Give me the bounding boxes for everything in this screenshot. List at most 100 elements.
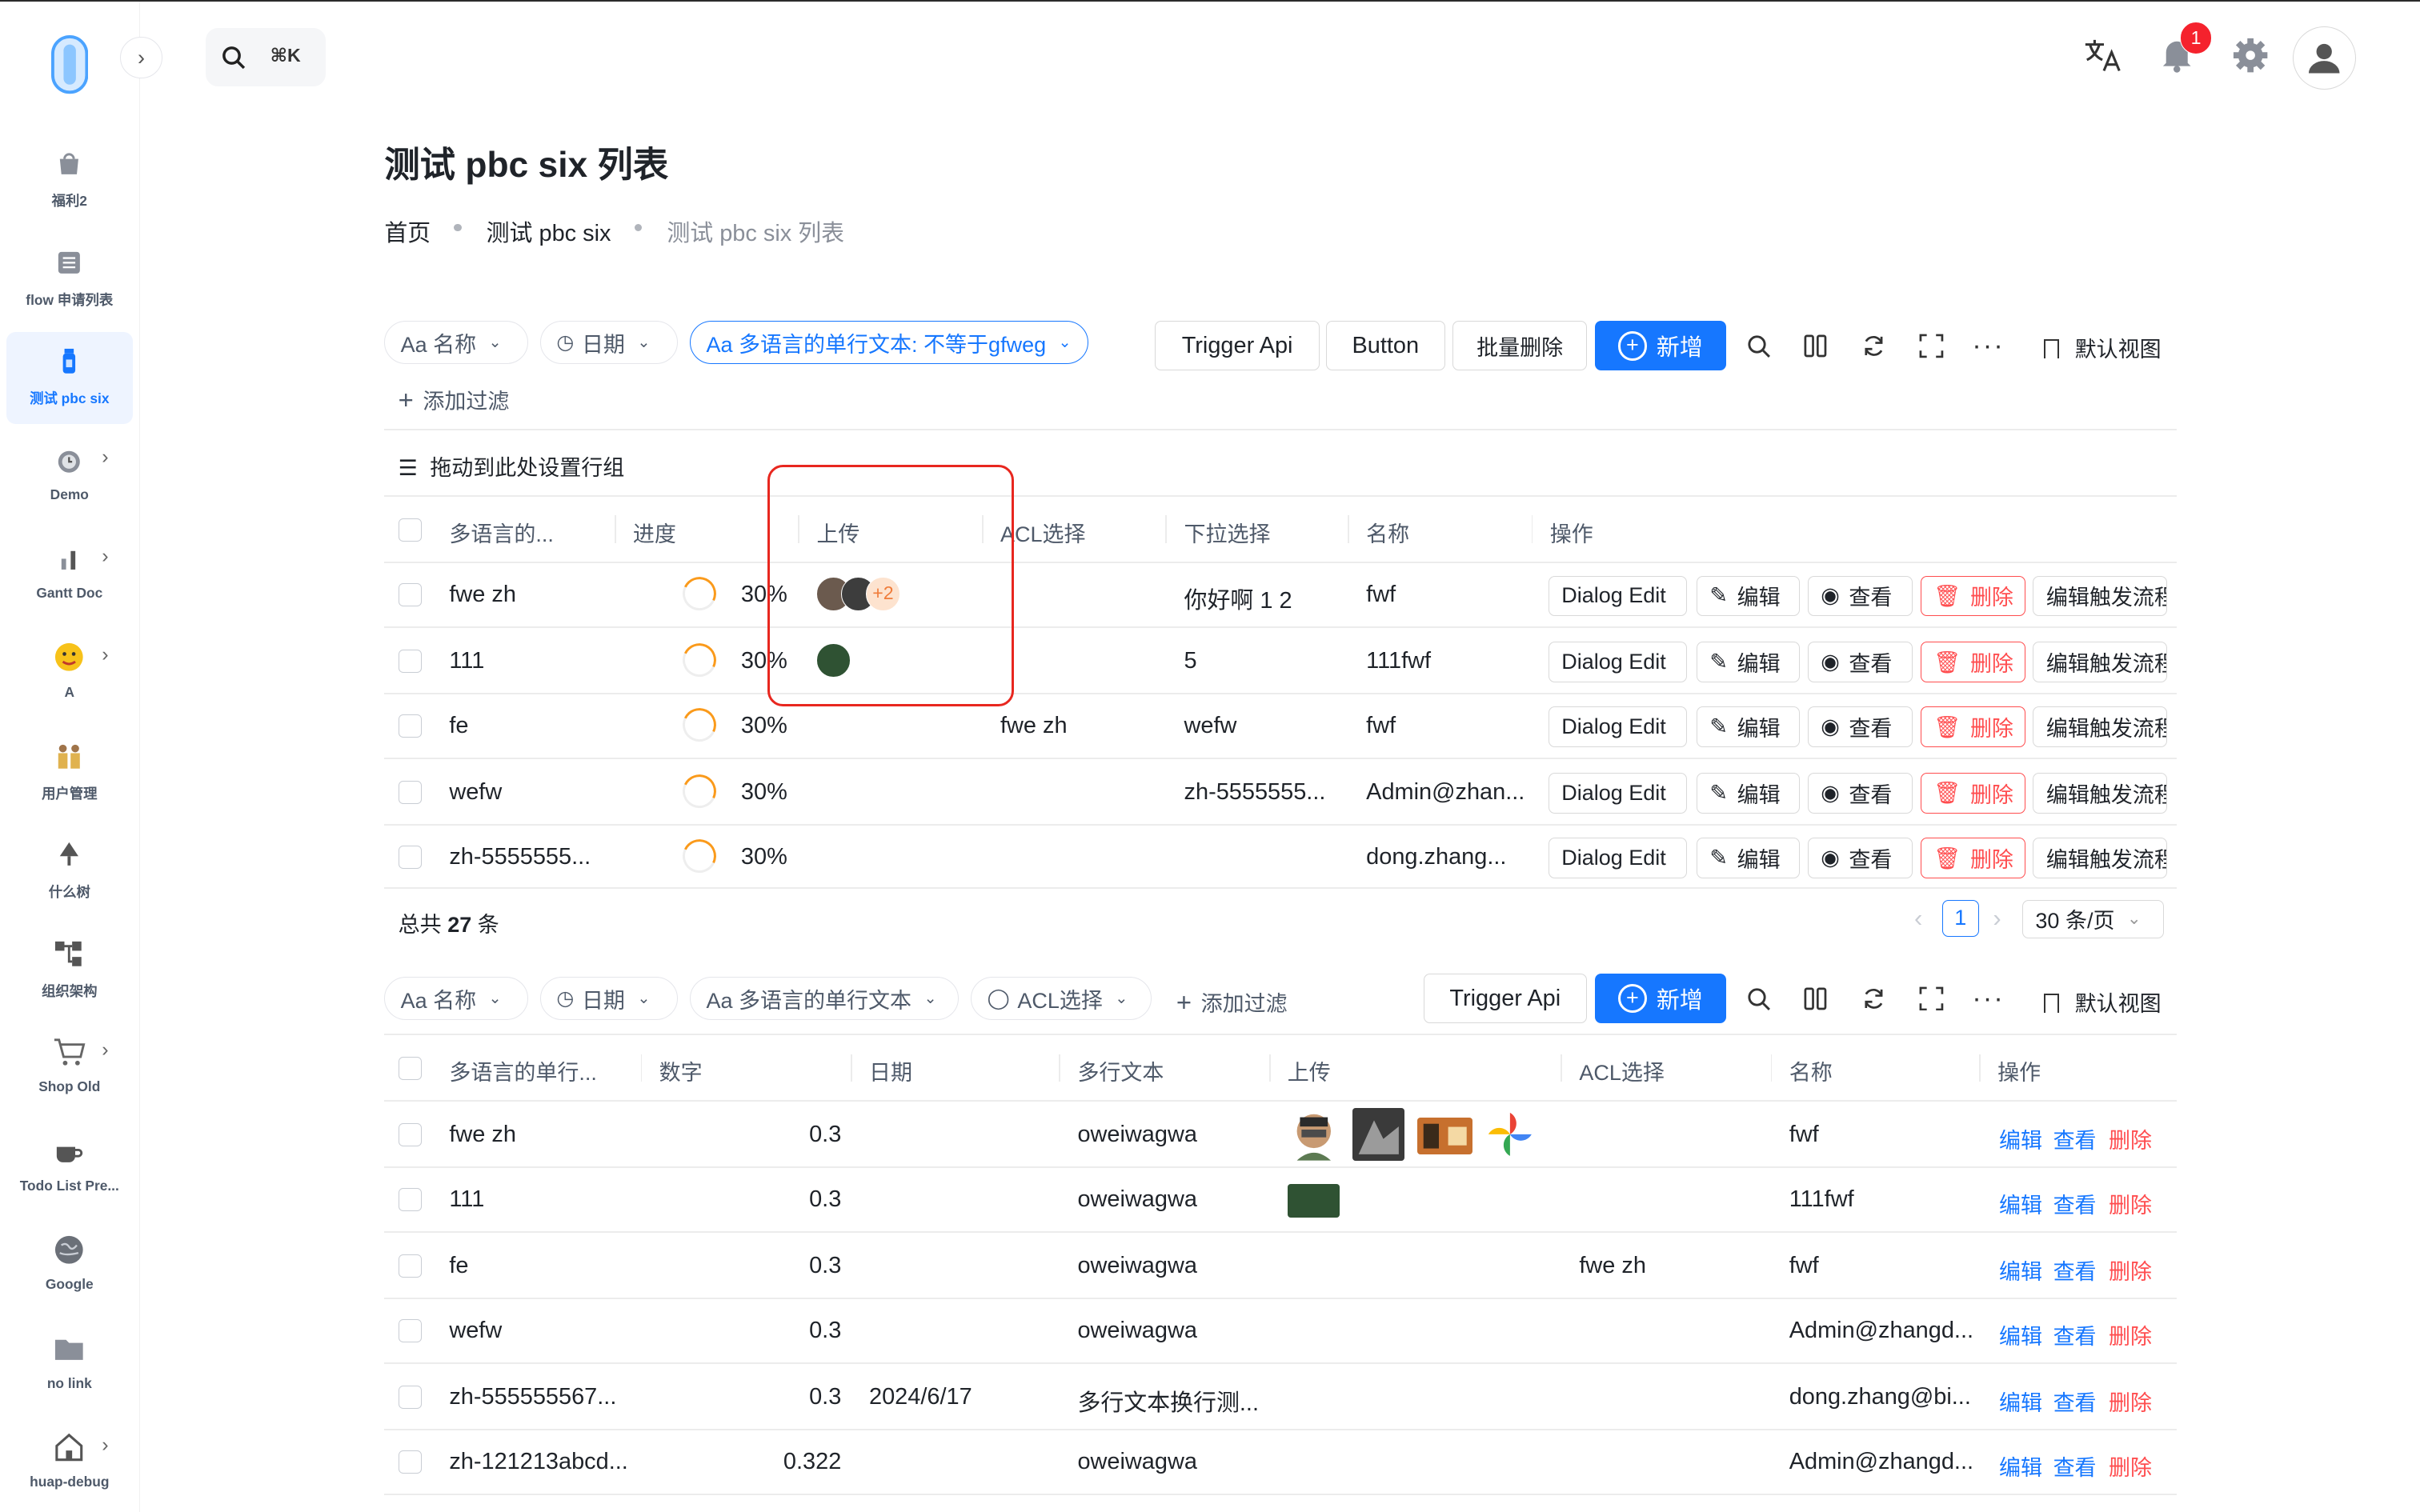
sidebar-item-no-link[interactable]: no link — [6, 1319, 133, 1412]
view-button[interactable]: ◉ 查看 — [1807, 642, 1913, 682]
filter-name[interactable]: Aa 名称 ⌄ — [384, 977, 528, 1021]
settings-button[interactable] — [2229, 34, 2272, 77]
fullscreen-button[interactable] — [1913, 980, 1949, 1017]
delete-button[interactable]: 🗑 删除 — [1920, 575, 2025, 616]
global-search-button[interactable]: ⌘K — [205, 27, 326, 87]
add-button[interactable]: + 新增 — [1594, 974, 1726, 1023]
breadcrumb-section[interactable]: 测试 pbc six — [487, 214, 611, 248]
edit-flow-button[interactable]: 编辑触发流程 — [2033, 642, 2168, 682]
add-button[interactable]: + 新增 — [1594, 321, 1726, 370]
view-link[interactable]: 查看 — [2053, 1254, 2097, 1286]
delete-button[interactable]: 🗑 删除 — [1920, 642, 2025, 682]
column-header[interactable]: ACL选择 — [1579, 1055, 1665, 1086]
view-button[interactable]: ◉ 查看 — [1807, 773, 1913, 814]
filter-date[interactable]: ◷ 日期 ⌄ — [540, 977, 678, 1021]
sidebar-item-tree[interactable]: 什么树 — [6, 826, 133, 918]
row-checkbox[interactable] — [398, 1386, 422, 1410]
view-selector[interactable]: 默认视图 — [2043, 332, 2162, 363]
row-checkbox[interactable] — [398, 1450, 422, 1474]
more-button[interactable]: ··· — [1969, 980, 2006, 1017]
edit-button[interactable]: ✎ 编辑 — [1696, 773, 1801, 814]
column-header[interactable]: 进度 — [633, 517, 676, 548]
delete-link[interactable]: 删除 — [2109, 1188, 2152, 1219]
columns-button[interactable] — [1797, 980, 1833, 1017]
custom-button[interactable]: Button — [1326, 321, 1445, 370]
sidebar-item-gantt-doc[interactable]: › Gantt Doc — [6, 530, 133, 622]
column-header[interactable]: 操作 — [1550, 517, 1593, 548]
column-header[interactable]: 多语言的... — [449, 517, 554, 548]
view-link[interactable]: 查看 — [2053, 1450, 2097, 1482]
edit-flow-button[interactable]: 编辑触发流程 — [2033, 838, 2168, 878]
dialog-edit-button[interactable]: Dialog Edit — [1548, 773, 1688, 814]
dialog-edit-button[interactable]: Dialog Edit — [1548, 706, 1688, 747]
sidebar-item-flow-apply[interactable]: flow 申请列表 — [6, 233, 133, 326]
view-link[interactable]: 查看 — [2053, 1319, 2097, 1350]
filter-multilang[interactable]: Aa 多语言的单行文本 ⌄ — [690, 977, 959, 1021]
row-checkbox[interactable] — [398, 1254, 422, 1278]
delete-link[interactable]: 删除 — [2109, 1386, 2152, 1417]
upload-thumbnail[interactable] — [1287, 1183, 1340, 1218]
group-drop-zone[interactable]: ☰ 拖动到此处设置行组 — [399, 450, 625, 482]
row-checkbox[interactable] — [398, 650, 422, 674]
sidebar-item-pbc-six[interactable]: 测试 pbc six — [6, 331, 133, 425]
sidebar-item-a[interactable]: › A — [6, 628, 133, 721]
breadcrumb-home[interactable]: 首页 — [384, 214, 431, 248]
add-filter-button[interactable]: + 添加过滤 — [399, 384, 510, 415]
sidebar-item-org[interactable]: 组织架构 — [6, 924, 133, 1017]
delete-link[interactable]: 删除 — [2109, 1123, 2152, 1154]
column-header[interactable]: 名称 — [1366, 517, 1409, 548]
view-button[interactable]: ◉ 查看 — [1807, 706, 1913, 747]
dialog-edit-button[interactable]: Dialog Edit — [1548, 838, 1688, 878]
column-header[interactable]: 名称 — [1789, 1055, 1833, 1086]
refresh-button[interactable] — [1856, 980, 1893, 1017]
sidebar-item-fuli2[interactable]: 福利2 — [6, 134, 133, 227]
trigger-api-button[interactable]: Trigger Api — [1154, 321, 1320, 370]
view-link[interactable]: 查看 — [2053, 1386, 2097, 1417]
select-all-checkbox[interactable] — [398, 1057, 422, 1081]
view-link[interactable]: 查看 — [2053, 1123, 2097, 1154]
column-header[interactable]: 操作 — [1997, 1055, 2041, 1086]
row-checkbox[interactable] — [398, 714, 422, 738]
dialog-edit-button[interactable]: Dialog Edit — [1548, 642, 1688, 682]
upload-thumbnail-pinwheel[interactable] — [1485, 1110, 1535, 1159]
row-checkbox[interactable] — [398, 846, 422, 870]
column-header[interactable]: 多行文本 — [1077, 1055, 1164, 1086]
trigger-api-button[interactable]: Trigger Api — [1423, 974, 1587, 1023]
delete-button[interactable]: 🗑 删除 — [1920, 773, 2025, 814]
dialog-edit-button[interactable]: Dialog Edit — [1548, 575, 1688, 616]
edit-flow-button[interactable]: 编辑触发流程 — [2033, 773, 2168, 814]
table-search-button[interactable] — [1740, 980, 1777, 1017]
edit-link[interactable]: 编辑 — [1999, 1386, 2042, 1417]
view-button[interactable]: ◉ 查看 — [1807, 575, 1913, 616]
table-search-button[interactable] — [1740, 327, 1777, 364]
edit-flow-button[interactable]: 编辑触发流程 — [2033, 575, 2168, 616]
add-filter-button[interactable]: + 添加过滤 — [1176, 986, 1288, 1018]
view-link[interactable]: 查看 — [2053, 1188, 2097, 1219]
filter-multilang-active[interactable]: Aa 多语言的单行文本: 不等于gfweg ⌄ — [690, 321, 1088, 365]
column-header[interactable]: 上传 — [1288, 1055, 1331, 1086]
page-number-current[interactable]: 1 — [1941, 899, 1979, 937]
filter-acl[interactable]: ◯ ACL选择 ⌄ — [971, 977, 1152, 1021]
edit-flow-button[interactable]: 编辑触发流程 — [2033, 706, 2168, 747]
upload-thumbnail[interactable] — [1288, 1108, 1340, 1161]
filter-name[interactable]: Aa 名称 ⌄ — [384, 321, 528, 365]
sidebar-item-shop-old[interactable]: › Shop Old — [6, 1023, 133, 1116]
edit-button[interactable]: ✎ 编辑 — [1696, 575, 1801, 616]
sidebar-item-demo[interactable]: › Demo — [6, 430, 133, 523]
column-header[interactable]: 下拉选择 — [1184, 517, 1271, 548]
sidebar-item-user-mgmt[interactable]: 用户管理 — [6, 727, 133, 820]
sidebar-item-todo[interactable]: Todo List Pre... — [6, 1122, 133, 1214]
row-checkbox[interactable] — [398, 1123, 422, 1147]
edit-link[interactable]: 编辑 — [1999, 1254, 2042, 1286]
delete-link[interactable]: 删除 — [2109, 1319, 2152, 1350]
batch-delete-button[interactable]: 批量删除 — [1452, 321, 1587, 370]
delete-button[interactable]: 🗑 删除 — [1920, 838, 2025, 878]
edit-link[interactable]: 编辑 — [1999, 1123, 2042, 1154]
upload-thumbnail[interactable] — [1352, 1108, 1405, 1161]
row-checkbox[interactable] — [398, 583, 422, 607]
edit-link[interactable]: 编辑 — [1999, 1450, 2042, 1482]
view-button[interactable]: ◉ 查看 — [1807, 838, 1913, 878]
filter-date[interactable]: ◷ 日期 ⌄ — [540, 321, 678, 365]
sidebar-item-google[interactable]: Google — [6, 1221, 133, 1314]
column-header[interactable]: 日期 — [869, 1055, 912, 1086]
